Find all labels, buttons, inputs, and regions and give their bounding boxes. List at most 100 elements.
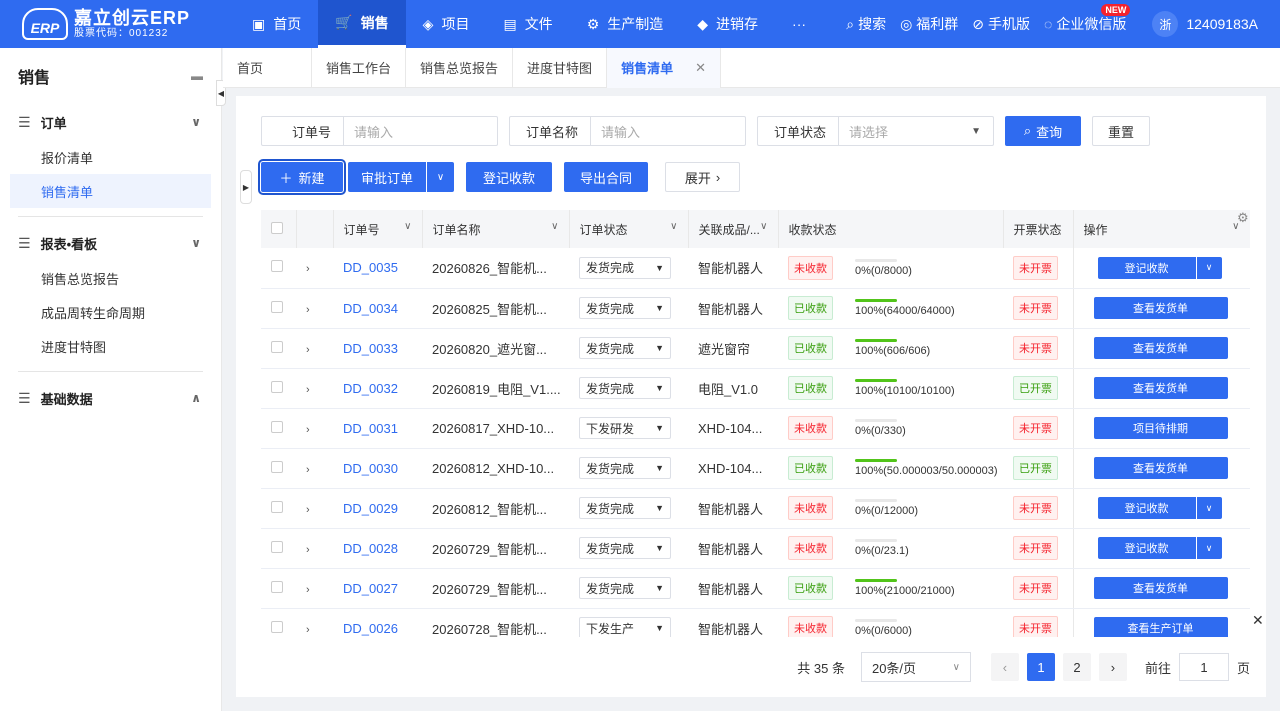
row-action-button[interactable]: 登记收款	[1098, 537, 1196, 559]
order-no-link[interactable]: DD_0032	[343, 381, 398, 396]
row-checkbox[interactable]	[271, 420, 283, 433]
table-row[interactable]: › DD_0031 20260817_XHD-10... 下发研发 ▼ XHD-104..…	[261, 408, 1250, 449]
query-button[interactable]: ⌕ 查询	[1005, 116, 1081, 146]
column-header[interactable]: 订单名称 ∨	[422, 210, 570, 248]
order-status-select[interactable]: 请选择	[839, 117, 898, 145]
table-row[interactable]: › DD_0032 20260819_电阻_V1.... 发货完成 ▼ 电阻_V1.0 已收…	[261, 368, 1250, 409]
page-size-select[interactable]: 20条/页 ∨	[860, 652, 971, 682]
row-action-button[interactable]: 查看发货单	[1093, 337, 1228, 359]
order-no-link[interactable]: DD_0026	[343, 621, 398, 636]
row-action-button[interactable]: 查看发货单	[1093, 297, 1228, 319]
close-icon[interactable]: ✕	[1252, 612, 1264, 629]
sidebar-item[interactable]: 销售清单	[10, 174, 211, 208]
order-status-select[interactable]: 发货完成 ▼	[579, 497, 671, 519]
nav-item-0[interactable]: ▣ 首页	[235, 0, 318, 48]
sidebar-item[interactable]: 报价清单	[10, 140, 211, 174]
next-page-button[interactable]: ›	[1098, 653, 1127, 681]
reset-button[interactable]: 重置	[1092, 116, 1150, 146]
order-no-link[interactable]: DD_0028	[343, 541, 398, 556]
tab-2[interactable]: 销售总览报告	[406, 47, 514, 88]
row-checkbox[interactable]	[271, 580, 283, 593]
sidebar-group[interactable]: ☰ 订单 ∨	[0, 104, 221, 140]
table-row[interactable]: › DD_0029 20260812_智能机... 发货完成 ▼ 智能机器人 未收款 0%(0…	[261, 488, 1250, 529]
table-row[interactable]: › DD_0033 20260820_遮光窗... 发货完成 ▼ 遮光窗帘 已收款 100%(…	[261, 328, 1250, 369]
row-checkbox[interactable]	[271, 260, 283, 273]
nav-item-3[interactable]: ▤ 文件	[486, 0, 569, 48]
expand-filters-button[interactable]: 展开 ›	[665, 162, 740, 192]
chevron-down-icon[interactable]: ∨	[1195, 537, 1222, 559]
user-menu[interactable]: 浙 12409183A	[1152, 11, 1258, 37]
table-row[interactable]: › DD_0027 20260729_智能机... 发货完成 ▼ 智能机器人 已收款 100%…	[261, 568, 1250, 609]
chevron-down-icon[interactable]: ∨	[1195, 497, 1222, 519]
row-action-button[interactable]: 查看发货单	[1093, 577, 1228, 599]
close-tab-icon[interactable]: ✕	[695, 60, 706, 76]
row-action-button[interactable]: 查看发货单	[1093, 457, 1228, 479]
order-status-select[interactable]: 发货完成 ▼	[579, 297, 671, 319]
brand-logo[interactable]: ERP 嘉立创云ERP 股票代码：001232	[0, 0, 232, 48]
column-header[interactable]: 开票状态	[1003, 210, 1074, 248]
row-checkbox[interactable]	[271, 300, 283, 313]
order-no-link[interactable]: DD_0033	[343, 341, 398, 356]
monitor-icon[interactable]: ▬	[191, 69, 203, 83]
row-action-button[interactable]: 项目待排期	[1093, 417, 1228, 439]
nav-item-4[interactable]: ⚙ 生产制造	[570, 0, 681, 48]
nav-item-2[interactable]: ◈ 项目	[406, 0, 487, 48]
row-checkbox[interactable]	[271, 620, 283, 633]
chevron-right-icon[interactable]: ›	[306, 384, 310, 396]
goto-page-input[interactable]: 1	[1178, 653, 1229, 681]
order-no-link[interactable]: DD_0034	[343, 301, 398, 316]
row-action-split-button[interactable]: 登记收款 ∨	[1097, 256, 1222, 279]
approve-dropdown-button[interactable]: ∨	[426, 162, 454, 192]
tab-4[interactable]: 销售清单 ✕	[607, 47, 721, 88]
search-button[interactable]: ⌕ 搜索	[846, 14, 886, 34]
wechat-version-button[interactable]: ◌ 企业微信版 NEW	[1044, 4, 1131, 34]
chevron-down-icon[interactable]: ∨	[1195, 256, 1222, 279]
row-checkbox[interactable]	[271, 540, 283, 553]
row-action-button[interactable]: 登记收款	[1098, 497, 1196, 519]
chevron-right-icon[interactable]: ›	[306, 504, 310, 516]
chevron-right-icon[interactable]: ›	[306, 464, 310, 476]
mobile-version-button[interactable]: ⊘ 手机版	[972, 14, 1030, 34]
column-header[interactable]: 操作 ∨	[1073, 210, 1250, 248]
chevron-right-icon[interactable]: ›	[306, 424, 310, 436]
order-status-select[interactable]: 下发研发 ▼	[579, 417, 671, 439]
sidebar-item[interactable]: 进度甘特图	[10, 329, 211, 363]
chevron-right-icon[interactable]: ›	[306, 584, 310, 596]
chevron-right-icon[interactable]: ›	[306, 304, 310, 316]
sidebar-group[interactable]: ☰ 基础数据 ∧	[0, 380, 221, 416]
welfare-group-button[interactable]: ◎ 福利群	[900, 14, 958, 34]
column-header[interactable]: 关联成品/... ∨	[688, 210, 779, 248]
order-no-link[interactable]: DD_0027	[343, 581, 398, 596]
row-action-button[interactable]: 查看生产订单	[1093, 617, 1228, 637]
tab-3[interactable]: 进度甘特图	[513, 47, 608, 88]
nav-item-1[interactable]: 🛒 销售	[318, 0, 406, 48]
order-no-link[interactable]: DD_0029	[343, 501, 398, 516]
order-status-select[interactable]: 发货完成 ▼	[579, 457, 671, 479]
table-row[interactable]: › DD_0026 20260728_智能机... 下发生产 ▼ 智能机器人 未收款 0%(0…	[261, 608, 1250, 637]
tab-1[interactable]: 销售工作台	[312, 47, 407, 88]
row-checkbox[interactable]	[271, 460, 283, 473]
row-checkbox[interactable]	[271, 380, 283, 393]
nav-item-5[interactable]: ◆ 进销存	[680, 0, 775, 48]
table-row[interactable]: › DD_0035 20260826_智能机... 发货完成 ▼ 智能机器人 未收款 0%(0…	[261, 248, 1250, 289]
chevron-right-icon[interactable]: ›	[306, 624, 310, 636]
order-status-select[interactable]: 发货完成 ▼	[579, 377, 671, 399]
register-payment-button[interactable]: 登记收款	[466, 162, 552, 192]
order-no-link[interactable]: DD_0030	[343, 461, 398, 476]
export-contract-button[interactable]: 导出合同	[564, 162, 648, 192]
order-status-select[interactable]: 发货完成 ▼	[579, 537, 671, 559]
chevron-right-icon[interactable]: ›	[306, 263, 310, 275]
nav-item-6[interactable]: ···	[775, 0, 823, 48]
tab-0[interactable]: 首页	[223, 47, 313, 88]
new-order-button[interactable]: ＋新建	[258, 159, 346, 195]
prev-page-button[interactable]: ‹	[990, 653, 1019, 681]
order-no-link[interactable]: DD_0035	[343, 260, 398, 275]
select-all-checkbox[interactable]	[271, 221, 283, 234]
sidebar-item[interactable]: 成品周转生命周期	[10, 295, 211, 329]
page-2-button[interactable]: 2	[1062, 653, 1091, 681]
settings-icon[interactable]: ⚙	[1237, 210, 1249, 226]
row-checkbox[interactable]	[271, 500, 283, 513]
table-row[interactable]: › DD_0028 20260729_智能机... 发货完成 ▼ 智能机器人 未收款 0%(0…	[261, 528, 1250, 569]
order-status-select[interactable]: 发货完成 ▼	[579, 337, 671, 359]
sidebar-group[interactable]: ☰ 报表•看板 ∨	[0, 225, 221, 261]
